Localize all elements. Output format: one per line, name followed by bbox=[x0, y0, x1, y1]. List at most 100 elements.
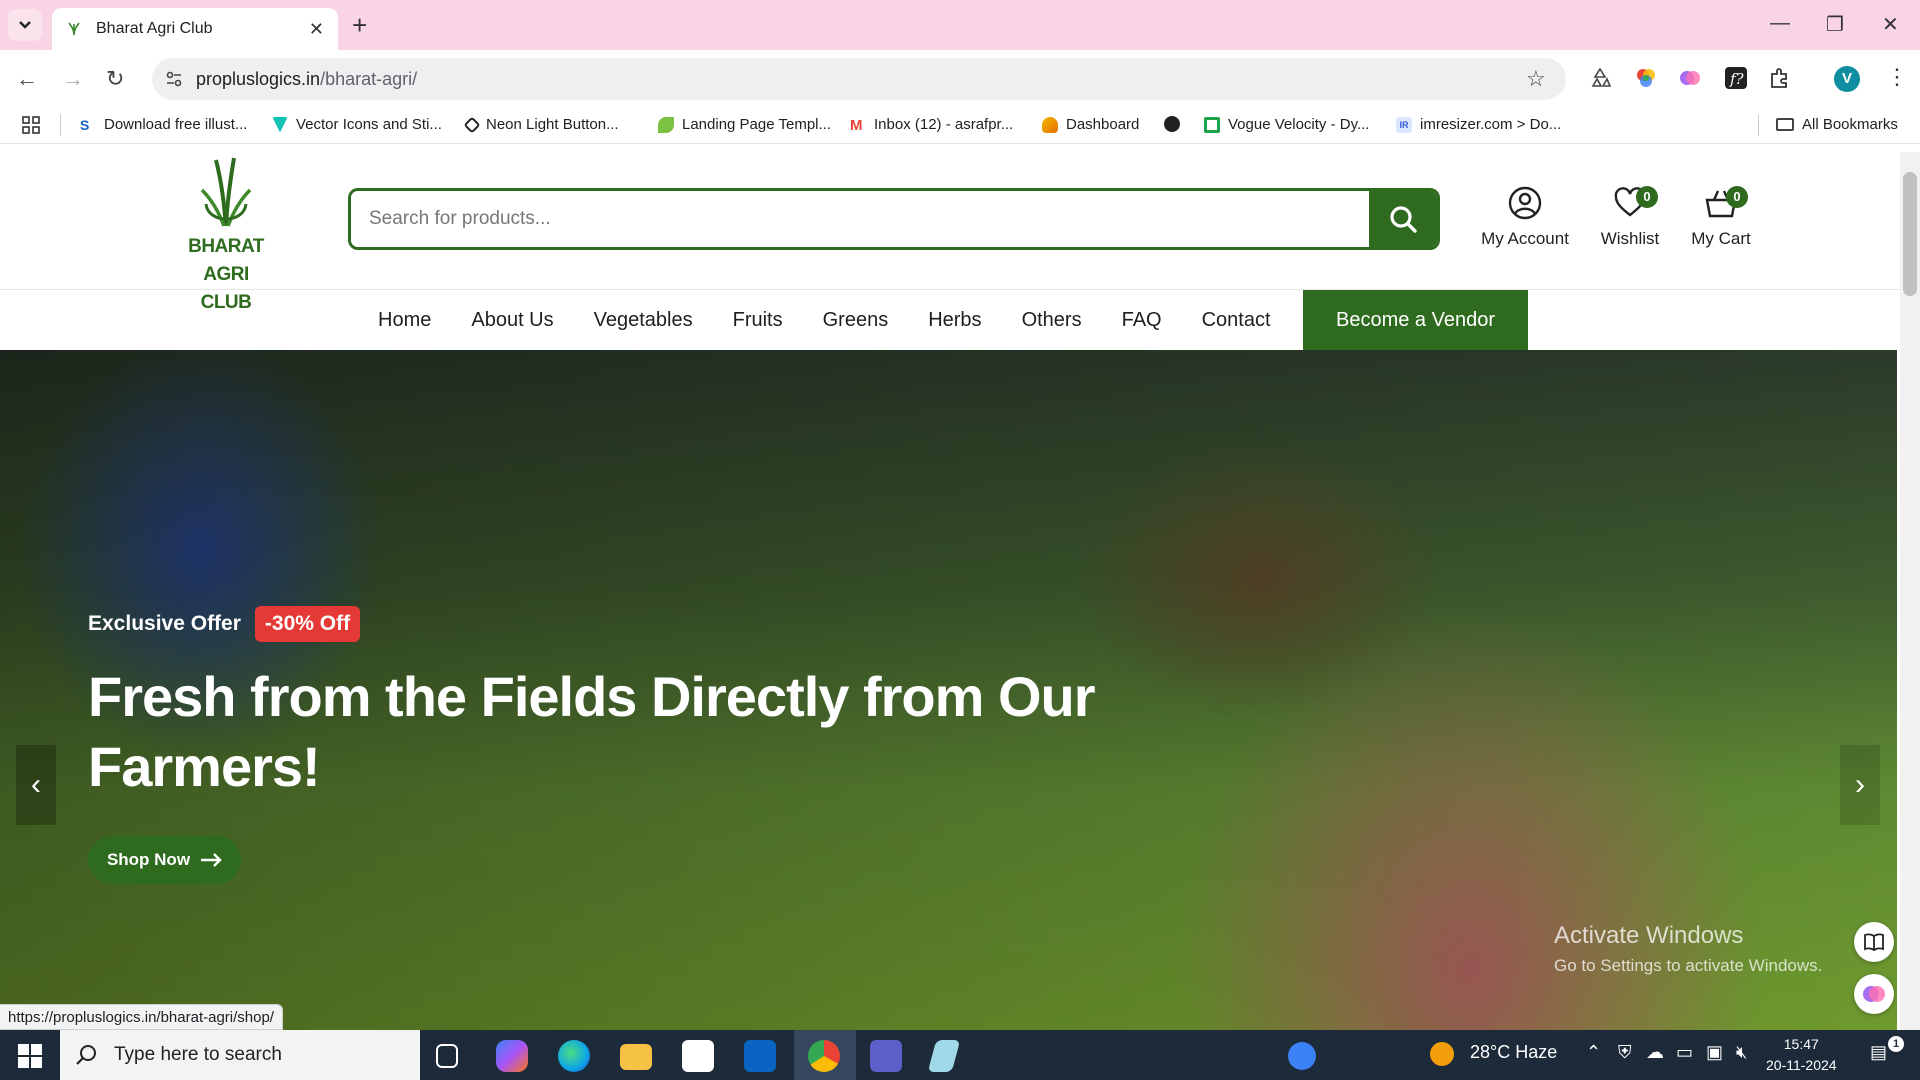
slider-prev-button[interactable]: ‹ bbox=[16, 745, 56, 825]
bookmark-divider bbox=[60, 114, 61, 136]
menu-item-vegetables[interactable]: Vegetables bbox=[594, 309, 693, 332]
bookmark-item[interactable]: IR imresizer.com > Do... bbox=[1396, 116, 1561, 133]
menu-item-home[interactable]: Home bbox=[378, 309, 431, 332]
bookmark-item[interactable]: S Download free illust... bbox=[80, 116, 247, 133]
forward-icon[interactable]: → bbox=[62, 66, 84, 92]
assistant-button[interactable] bbox=[1854, 974, 1894, 1014]
browser-menu-icon[interactable]: ⋮ bbox=[1886, 64, 1908, 90]
address-bar[interactable]: propluslogics.in/bharat-agri/ bbox=[152, 58, 1566, 100]
task-view-icon[interactable] bbox=[436, 1044, 458, 1068]
close-window-button[interactable]: ✕ bbox=[1882, 12, 1899, 37]
taskbar-search[interactable]: Type here to search bbox=[60, 1030, 420, 1080]
hero-headline: Fresh from the Fields Directly from Our … bbox=[88, 665, 1096, 798]
color-extension-icon[interactable] bbox=[1634, 66, 1658, 90]
menu-item-faq[interactable]: FAQ bbox=[1122, 309, 1162, 332]
site-logo[interactable]: BHARAT AGRI CLUB bbox=[170, 154, 282, 313]
tray-battery-icon[interactable]: ▭ bbox=[1676, 1042, 1693, 1063]
my-account-link[interactable]: My Account bbox=[1478, 186, 1572, 249]
minimize-button[interactable]: — bbox=[1770, 12, 1790, 35]
site-info-icon[interactable] bbox=[165, 70, 183, 88]
menu-item-greens[interactable]: Greens bbox=[823, 309, 889, 332]
cart-label: My Cart bbox=[1691, 229, 1751, 248]
wishlist-label: Wishlist bbox=[1600, 229, 1660, 248]
reload-icon[interactable]: ↻ bbox=[106, 66, 124, 92]
outlook-icon[interactable] bbox=[744, 1040, 776, 1072]
clock-date: 20-11-2024 bbox=[1766, 1057, 1837, 1073]
s-logo-icon: S bbox=[80, 116, 96, 133]
logo-text-line1: BHARAT AGRI bbox=[188, 236, 264, 285]
reader-mode-button[interactable] bbox=[1854, 922, 1894, 962]
bookmark-item[interactable]: Vogue Velocity - Dy... bbox=[1204, 116, 1369, 133]
tray-security-icon[interactable]: ⛨ bbox=[1618, 1042, 1632, 1063]
windows-start-icon[interactable] bbox=[18, 1044, 42, 1068]
wishlist-link[interactable]: 0 Wishlist bbox=[1592, 186, 1668, 249]
taskbar-clock[interactable]: 15:47 20-11-2024 bbox=[1766, 1034, 1837, 1076]
help-icon[interactable] bbox=[1288, 1042, 1316, 1070]
bookmark-item[interactable]: Neon Light Button... bbox=[463, 116, 619, 133]
url-host: propluslogics.in bbox=[196, 68, 321, 89]
slider-next-button[interactable]: › bbox=[1840, 745, 1880, 825]
logo-text-line2: CLUB bbox=[200, 292, 252, 313]
scrollbar-thumb[interactable] bbox=[1903, 172, 1917, 296]
become-vendor-button[interactable]: Become a Vendor bbox=[1303, 290, 1528, 350]
all-bookmarks-button[interactable]: All Bookmarks bbox=[1776, 116, 1898, 133]
font-extension-icon[interactable]: f? bbox=[1724, 66, 1748, 90]
gmail-icon: M bbox=[850, 116, 863, 134]
browser-tab-active[interactable]: Bharat Agri Club ✕ bbox=[52, 8, 338, 50]
wishlist-count-badge: 0 bbox=[1636, 186, 1658, 208]
shop-now-label: Shop Now bbox=[106, 850, 191, 869]
profile-avatar[interactable]: V bbox=[1834, 66, 1860, 92]
globe-icon bbox=[1164, 116, 1180, 132]
cart-link[interactable]: 0 My Cart bbox=[1684, 186, 1758, 249]
tray-chevron-up-icon[interactable]: ⌃ bbox=[1586, 1042, 1601, 1063]
teams-icon[interactable] bbox=[870, 1040, 902, 1072]
my-account-label: My Account bbox=[1481, 229, 1569, 248]
weather-text[interactable]: 28°C Haze bbox=[1470, 1042, 1557, 1063]
new-tab-button[interactable]: + bbox=[352, 10, 367, 41]
menu-item-about[interactable]: About Us bbox=[471, 309, 553, 332]
menu-item-others[interactable]: Others bbox=[1022, 309, 1082, 332]
bookmark-item[interactable]: Vector Icons and Sti... bbox=[272, 116, 442, 133]
notification-icon[interactable]: ▤ bbox=[1870, 1042, 1887, 1063]
back-icon[interactable]: ← bbox=[16, 66, 38, 92]
bookmark-star-icon[interactable]: ☆ bbox=[1526, 66, 1546, 92]
tray-network-icon[interactable]: ▣ bbox=[1706, 1042, 1723, 1063]
folder-icon bbox=[1776, 118, 1794, 131]
recycle-extension-icon[interactable] bbox=[1588, 66, 1612, 90]
menu-item-contact[interactable]: Contact bbox=[1202, 309, 1271, 332]
bookmark-item[interactable]: Landing Page Templ... bbox=[658, 116, 831, 133]
tray-onedrive-icon[interactable]: ☁ bbox=[1646, 1042, 1664, 1063]
bookmark-item[interactable] bbox=[1164, 116, 1180, 132]
weather-icon[interactable] bbox=[1430, 1042, 1454, 1066]
menu-item-herbs[interactable]: Herbs bbox=[928, 309, 981, 332]
chevron-left-icon: ‹ bbox=[31, 768, 41, 801]
copilot-icon[interactable] bbox=[496, 1040, 528, 1072]
close-tab-icon[interactable]: ✕ bbox=[309, 19, 324, 40]
search-input[interactable] bbox=[351, 191, 1371, 247]
user-circle-icon bbox=[1508, 186, 1542, 220]
extensions-puzzle-icon[interactable] bbox=[1768, 66, 1792, 90]
chrome-icon[interactable] bbox=[808, 1040, 840, 1072]
leaf-icon bbox=[658, 116, 674, 133]
search-button[interactable] bbox=[1369, 191, 1437, 247]
bookmark-item[interactable]: M Inbox (12) - asrafpr... bbox=[850, 116, 1013, 134]
menu-item-fruits[interactable]: Fruits bbox=[733, 309, 783, 332]
bookmark-item[interactable]: Dashboard bbox=[1042, 116, 1139, 133]
edge-icon[interactable] bbox=[558, 1040, 590, 1072]
bookmark-divider bbox=[1758, 114, 1759, 136]
discount-badge: -30% Off bbox=[254, 606, 361, 642]
dashboard-icon bbox=[1042, 116, 1058, 133]
shop-now-button[interactable]: Shop Now bbox=[88, 836, 241, 884]
taskbar-search-placeholder: Type here to search bbox=[114, 1044, 282, 1065]
restore-button[interactable]: ❐ bbox=[1826, 12, 1844, 37]
tray-volume-muted-icon[interactable]: 🔇︎ bbox=[1736, 1042, 1747, 1063]
activate-windows-watermark: Activate Windows Go to Settings to activ… bbox=[1554, 922, 1823, 975]
microsoft-store-icon[interactable] bbox=[682, 1040, 714, 1072]
hero-offer: Exclusive Offer -30% Off bbox=[88, 606, 361, 642]
tab-search-button[interactable] bbox=[8, 9, 42, 41]
apps-grid-icon[interactable] bbox=[22, 116, 40, 134]
brain-extension-icon[interactable] bbox=[1678, 66, 1702, 90]
notification-count-badge: 1 bbox=[1888, 1036, 1904, 1052]
file-explorer-icon[interactable] bbox=[620, 1044, 652, 1070]
search-icon bbox=[1390, 206, 1417, 233]
